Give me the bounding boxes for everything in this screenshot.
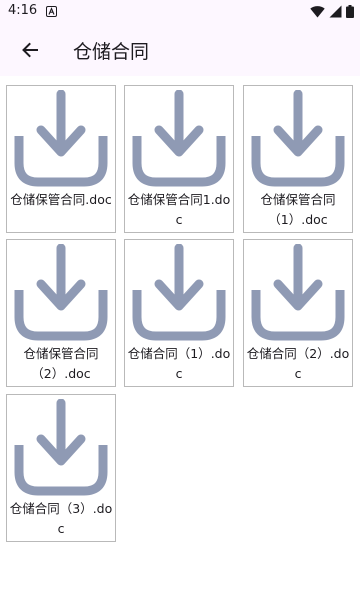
back-button[interactable] (12, 32, 48, 68)
status-time: 4:16 (8, 3, 38, 18)
status-icons (310, 5, 354, 18)
page-title: 仓储合同 (73, 41, 150, 63)
file-tile[interactable]: 仓储合同（3）.doc (6, 394, 116, 542)
wifi-icon (310, 6, 325, 18)
file-name: 仓储保管合同1.doc (127, 192, 231, 227)
status-bar: 4:16 (0, 0, 360, 24)
battery-icon (346, 5, 354, 18)
download-icon (132, 90, 226, 187)
file-tile[interactable]: 仓储保管合同.doc (6, 85, 116, 233)
file-name: 仓储合同（2）.doc (246, 346, 350, 381)
file-tile[interactable]: 仓储保管合同（2）.doc (6, 239, 116, 387)
file-name: 仓储保管合同（1）.doc (260, 192, 336, 227)
download-icon (251, 244, 345, 341)
file-name: 仓储合同（1）.doc (127, 346, 231, 381)
file-tile[interactable]: 仓储保管合同1.doc (124, 85, 234, 233)
file-tile[interactable]: 仓储合同（2）.doc (243, 239, 353, 387)
file-tile[interactable]: 仓储合同（1）.doc (124, 239, 234, 387)
download-icon (251, 90, 345, 187)
download-icon (14, 90, 108, 187)
app-bar: 仓储合同 (0, 24, 360, 76)
app-a-icon (46, 6, 57, 17)
file-name: 仓储保管合同.doc (10, 192, 112, 207)
file-name: 仓储合同（3）.doc (9, 501, 113, 536)
download-icon (14, 244, 108, 341)
download-icon (132, 244, 226, 341)
download-icon (14, 399, 108, 496)
arrow-left-icon (22, 42, 38, 58)
signal-icon (329, 5, 342, 18)
file-tile[interactable]: 仓储保管合同（1）.doc (243, 85, 353, 233)
file-name: 仓储保管合同（2）.doc (23, 346, 99, 381)
